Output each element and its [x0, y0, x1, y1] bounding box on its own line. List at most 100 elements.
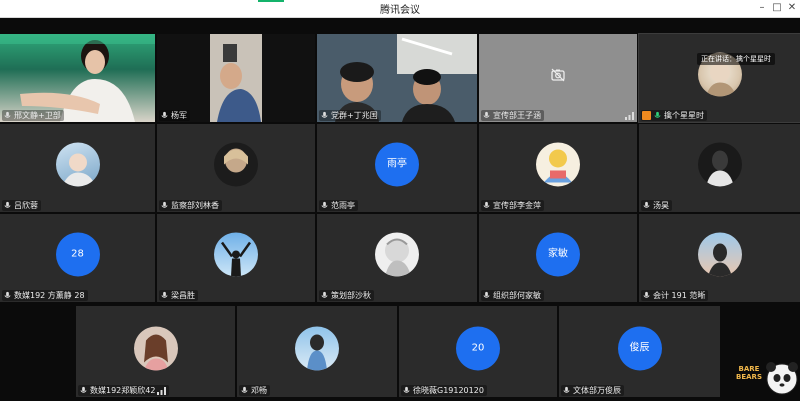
participant-name: 杨军 — [171, 111, 187, 120]
participant-name-label: 邢文静+卫部 — [2, 110, 64, 121]
participant-name-label: 监察部刘林香 — [159, 200, 222, 211]
minimize-button[interactable]: – — [755, 2, 769, 14]
video-feed — [210, 34, 262, 122]
participant-tile[interactable]: 梁昌胜 — [157, 214, 315, 302]
participant-name: 邢文静+卫部 — [14, 111, 61, 120]
mic-icon — [241, 386, 248, 393]
participant-avatar-text: 家敏 — [536, 232, 580, 277]
mic-icon — [321, 111, 328, 118]
mic-icon — [321, 291, 328, 298]
video-feed — [317, 34, 477, 122]
video-grid: 邢文静+卫部 杨军 党群+丁兆国 宣传部王子涵 正在讲话：擒个星星时 擒个星星时… — [0, 33, 800, 397]
participant-name-label: 杨军 — [159, 110, 190, 121]
participant-avatar — [697, 142, 742, 187]
participant-tile-active-speaker[interactable]: 正在讲话：擒个星星时 擒个星星时 — [638, 33, 800, 123]
participant-name: 吕欣蓉 — [14, 201, 38, 210]
participant-tile[interactable]: 28 数媒192 方薰静 28 — [0, 214, 155, 302]
avatar-image — [705, 150, 734, 187]
participant-name: 策划部沙秋 — [331, 291, 371, 300]
mic-icon — [321, 201, 328, 208]
participant-name-label: 文体部万俊辰 — [561, 385, 624, 396]
window-title: 腾讯会议 — [380, 5, 420, 16]
avatar-image — [143, 333, 168, 370]
participant-name-label: 数媒192 方薰静 28 — [2, 290, 88, 301]
mic-icon — [4, 201, 11, 208]
participant-name: 监察部刘林香 — [171, 201, 219, 210]
mic-icon — [643, 201, 650, 208]
participant-name-label: 党群+丁兆国 — [319, 110, 381, 121]
speaking-bubble: 正在讲话：擒个星星时 — [697, 53, 775, 65]
participant-name: 组织部何家敏 — [493, 291, 541, 300]
participant-avatar-text: 20 — [456, 325, 500, 370]
participant-name-label: 范雨亭 — [319, 200, 358, 211]
mic-icon — [161, 291, 168, 298]
participant-avatar — [214, 232, 258, 277]
mic-icon — [483, 111, 490, 118]
participant-name-label: 组织部何家敏 — [481, 290, 544, 301]
participant-tile[interactable]: 监察部刘林香 — [157, 124, 315, 212]
participant-avatar — [214, 142, 258, 187]
participant-tile[interactable]: 宣传部李金萍 — [479, 124, 637, 212]
participant-avatar-text: 俊辰 — [617, 325, 662, 370]
mic-icon — [643, 291, 650, 298]
participant-name: 文体部万俊辰 — [573, 386, 621, 395]
avatar-image — [707, 243, 732, 277]
participant-name: 党群+丁兆国 — [331, 111, 378, 120]
avatar-image — [385, 238, 411, 277]
participant-name-label: 会计 191 范晰 — [641, 290, 709, 301]
participant-name: 梁昌胜 — [171, 291, 195, 300]
participant-tile[interactable]: 数媒192郑颖欣42 — [76, 306, 235, 397]
participant-avatar-text: 28 — [55, 232, 100, 277]
host-icon — [642, 111, 651, 120]
participant-name-label: 策划部沙秋 — [319, 290, 374, 301]
participant-name: 擒个星星时 — [664, 111, 704, 120]
signal-icon — [157, 386, 167, 395]
participant-name-label: 梁昌胜 — [159, 290, 198, 301]
mic-icon — [654, 111, 661, 118]
participant-avatar — [375, 232, 419, 277]
participant-avatar-text: 雨亭 — [375, 142, 419, 187]
participant-avatar — [536, 142, 580, 187]
participant-tile[interactable]: 雨亭 范雨亭 — [317, 124, 477, 212]
avatar-image — [61, 153, 96, 187]
participant-tile[interactable]: 邓畅 — [237, 306, 397, 397]
participant-name: 范雨亭 — [331, 201, 355, 210]
participant-name-label: 汤昊 — [641, 200, 672, 211]
participant-tile[interactable]: 俊辰 文体部万俊辰 — [559, 306, 720, 397]
participant-name-label: 数媒192郑颖欣42 — [78, 385, 170, 396]
mic-icon — [161, 201, 168, 208]
mic-icon — [4, 291, 11, 298]
avatar-image — [220, 241, 252, 277]
video-feed — [0, 34, 155, 122]
mic-icon — [4, 111, 11, 118]
participant-tile[interactable]: 邢文静+卫部 — [0, 34, 155, 122]
avatar-image — [224, 148, 248, 173]
window-titlebar: 腾讯会议 – □ ✕ — [0, 0, 800, 18]
close-button[interactable]: ✕ — [785, 2, 799, 14]
participant-tile[interactable]: 吕欣蓉 — [0, 124, 155, 212]
participant-name-label: 吕欣蓉 — [2, 200, 41, 211]
camera-off-icon — [551, 68, 565, 82]
maximize-button[interactable]: □ — [770, 2, 784, 14]
participant-tile[interactable]: 宣传部王子涵 — [479, 34, 637, 122]
avatar-image — [544, 149, 572, 183]
signal-icon — [625, 112, 634, 120]
participant-name-label: 徐晓薇G19120120 — [401, 385, 487, 396]
participant-name-label: 宣传部王子涵 — [481, 110, 544, 121]
participant-tile[interactable]: 策划部沙秋 — [317, 214, 477, 302]
participant-avatar — [55, 142, 100, 187]
participant-name-label: 擒个星星时 — [641, 110, 707, 121]
participant-tile[interactable]: 杨军 — [157, 34, 315, 122]
mic-icon — [483, 291, 490, 298]
participant-name: 数媒192郑颖欣42 — [90, 386, 156, 395]
participant-name-label: 宣传部李金萍 — [481, 200, 544, 211]
participant-name: 宣传部李金萍 — [493, 201, 541, 210]
participant-name: 宣传部王子涵 — [493, 111, 541, 120]
participant-name: 邓畅 — [251, 386, 267, 395]
participant-tile[interactable]: 家敏 组织部何家敏 — [479, 214, 637, 302]
participant-tile[interactable]: 汤昊 — [639, 124, 800, 212]
participant-name: 汤昊 — [653, 201, 669, 210]
participant-tile[interactable]: 党群+丁兆国 — [317, 34, 477, 122]
participant-tile[interactable]: 会计 191 范晰 — [639, 214, 800, 302]
participant-tile[interactable]: 20 徐晓薇G19120120 — [399, 306, 557, 397]
